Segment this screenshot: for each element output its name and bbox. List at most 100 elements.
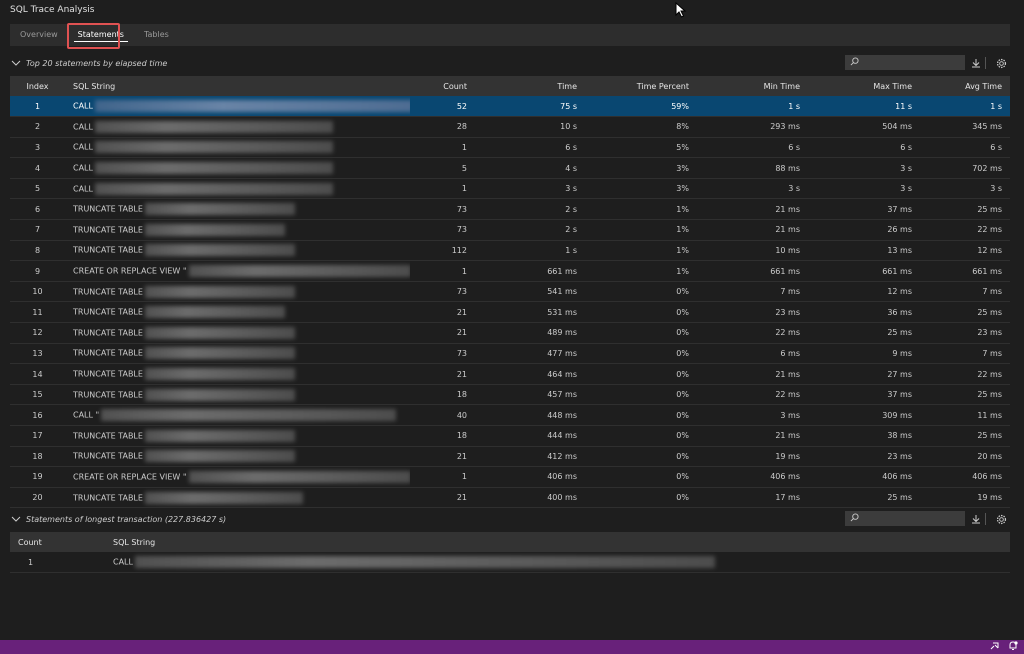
- cell-min-time-text: 6 s: [788, 142, 800, 152]
- table-row[interactable]: 15 TRUNCATE TABLE 18 457 ms 0% 22 ms 37 ms 25 m…: [10, 384, 1010, 406]
- cell-max-time-text: 406 ms: [882, 472, 912, 482]
- cell-index-text: 1: [34, 101, 41, 111]
- longest-transaction-search[interactable]: [845, 511, 965, 526]
- cell-time-percent: 0%: [585, 425, 697, 447]
- table-row[interactable]: 5 CALL 1 3 s 3% 3 s 3 s 3 s: [10, 178, 1010, 200]
- cell-sql-string-text: CREATE OR REPLACE VIEW ": [73, 266, 187, 276]
- cell-max-time: 37 ms: [808, 198, 920, 221]
- redacted-sql-blur: [94, 100, 410, 113]
- cell-sql-string: TRUNCATE TABLE: [65, 343, 410, 365]
- download-icon[interactable]: [969, 512, 983, 526]
- gear-icon[interactable]: [994, 56, 1008, 70]
- table-row[interactable]: 1 CALL: [10, 552, 1010, 574]
- redacted-sql-blur: [144, 223, 285, 236]
- cell-time-percent: 0%: [585, 301, 697, 324]
- cell-min-time: 21 ms: [697, 198, 808, 221]
- column-header-sql-string[interactable]: SQL String: [65, 76, 410, 96]
- table-row[interactable]: 16 CALL " 40 448 ms 0% 3 ms 309 ms 11 ms: [10, 404, 1010, 426]
- cell-sql-string-text: CALL: [113, 557, 133, 567]
- table-row[interactable]: 8 TRUNCATE TABLE 112 1 s 1% 10 ms 13 ms 12 ms: [10, 240, 1010, 262]
- column-header-avg-time[interactable]: Avg Time: [920, 76, 1010, 96]
- cell-sql-string: CALL: [65, 96, 410, 118]
- bell-icon[interactable]: [1008, 641, 1018, 653]
- cell-sql-string: TRUNCATE TABLE: [65, 240, 410, 262]
- table-row[interactable]: 12 TRUNCATE TABLE 21 489 ms 0% 22 ms 25 ms 23 m…: [10, 322, 1010, 344]
- cell-count-text: 1: [461, 142, 467, 152]
- top-statements-search[interactable]: [845, 55, 965, 70]
- cell-time: 661 ms: [475, 260, 585, 282]
- cell-min-time: 22 ms: [697, 322, 808, 344]
- table-row[interactable]: 3 CALL 1 6 s 5% 6 s 6 s 6 s: [10, 137, 1010, 159]
- cell-avg-time-text: 12 ms: [977, 245, 1002, 255]
- cell-min-time-text: 22 ms: [775, 390, 800, 400]
- top-statements-title: Top 20 statements by elapsed time: [26, 58, 168, 68]
- cell-avg-time: 702 ms: [920, 157, 1010, 179]
- cell-sql-string-text: TRUNCATE TABLE: [73, 431, 143, 441]
- table-row[interactable]: 10 TRUNCATE TABLE 73 541 ms 0% 7 ms 12 ms 7 ms: [10, 281, 1010, 303]
- table-row[interactable]: 19 CREATE OR REPLACE VIEW " 1 406 ms 0% 406 m…: [10, 466, 1010, 488]
- cell-index-text: 17: [32, 431, 43, 441]
- cell-avg-time-text: 345 ms: [972, 122, 1002, 132]
- cell-time-percent-text: 0%: [676, 493, 689, 503]
- cell-min-time: 10 ms: [697, 240, 808, 262]
- tab-tables[interactable]: Tables: [134, 24, 179, 46]
- chevron-down-icon[interactable]: [10, 57, 22, 69]
- table-row[interactable]: 17 TRUNCATE TABLE 18 444 ms 0% 21 ms 38 ms 25 m…: [10, 425, 1010, 447]
- cell-time: 457 ms: [475, 384, 585, 406]
- redacted-sql-blur: [134, 556, 715, 569]
- table-row[interactable]: 1 CALL 52 75 s 59% 1 s 11 s 1 s: [10, 96, 1010, 118]
- cell-min-time: 22 ms: [697, 384, 808, 406]
- gear-icon[interactable]: [994, 512, 1008, 526]
- tab-statements[interactable]: Statements: [68, 24, 134, 46]
- table-row[interactable]: 20 TRUNCATE TABLE 21 400 ms 0% 17 ms 25 ms 19 m…: [10, 487, 1010, 509]
- cell-count-text: 52: [456, 101, 467, 111]
- column-header-sql-string[interactable]: SQL String: [105, 532, 1010, 552]
- column-header-time-percent[interactable]: Time Percent: [585, 76, 697, 96]
- cell-avg-time-text: 11 ms: [977, 410, 1002, 420]
- cell-avg-time: 22 ms: [920, 219, 1010, 241]
- cell-count: 28: [410, 116, 475, 138]
- cell-time-percent: 1%: [585, 219, 697, 241]
- table-row[interactable]: 6 TRUNCATE TABLE 73 2 s 1% 21 ms 37 ms 25 ms: [10, 198, 1010, 221]
- redacted-sql-blur: [144, 326, 295, 339]
- column-header-index[interactable]: Index: [10, 76, 65, 96]
- cell-avg-time: 23 ms: [920, 322, 1010, 344]
- table-row[interactable]: 7 TRUNCATE TABLE 73 2 s 1% 21 ms 26 ms 22 ms: [10, 219, 1010, 241]
- column-header-count[interactable]: Count: [10, 532, 105, 552]
- status-bar: [0, 640, 1024, 654]
- cell-time-percent-text: 0%: [676, 431, 689, 441]
- cell-count: 1: [10, 552, 105, 574]
- table-row[interactable]: 18 TRUNCATE TABLE 21 412 ms 0% 19 ms 23 ms 20 m…: [10, 446, 1010, 468]
- cell-min-time-text: 3 ms: [780, 410, 800, 420]
- cell-index-text: 5: [34, 184, 41, 194]
- redacted-sql-blur: [144, 347, 295, 360]
- cell-time: 400 ms: [475, 487, 585, 509]
- cell-max-time: 661 ms: [808, 260, 920, 282]
- chevron-down-icon[interactable]: [10, 513, 22, 525]
- cell-time-percent: 0%: [585, 281, 697, 303]
- cell-time-text: 444 ms: [547, 431, 577, 441]
- cell-count-text: 1: [461, 184, 467, 194]
- tab-overview[interactable]: Overview: [10, 24, 68, 46]
- cell-avg-time-text: 6 s: [990, 142, 1002, 152]
- cell-index: 6: [10, 198, 65, 221]
- column-header-time[interactable]: Time: [475, 76, 585, 96]
- table-row[interactable]: 2 CALL 28 10 s 8% 293 ms 504 ms 345 ms: [10, 116, 1010, 138]
- cell-avg-time: 7 ms: [920, 281, 1010, 303]
- column-header-max-time[interactable]: Max Time: [808, 76, 920, 96]
- cell-count-text: 21: [456, 328, 467, 338]
- table-row[interactable]: 14 TRUNCATE TABLE 21 464 ms 0% 21 ms 27 ms 22 m…: [10, 363, 1010, 385]
- column-header-count[interactable]: Count: [410, 76, 475, 96]
- top-statements-search-input[interactable]: [862, 58, 962, 67]
- table-row[interactable]: 9 CREATE OR REPLACE VIEW " 1 661 ms 1% 661 ms…: [10, 260, 1010, 282]
- cell-count: 73: [410, 198, 475, 221]
- table-row[interactable]: 4 CALL 5 4 s 3% 88 ms 3 s 702 ms: [10, 157, 1010, 179]
- cell-count: 1: [410, 178, 475, 200]
- cell-count: 21: [410, 363, 475, 385]
- column-header-min-time[interactable]: Min Time: [697, 76, 808, 96]
- download-icon[interactable]: [969, 56, 983, 70]
- feedback-icon[interactable]: [990, 641, 1000, 653]
- longest-transaction-search-input[interactable]: [862, 514, 962, 523]
- table-row[interactable]: 13 TRUNCATE TABLE 73 477 ms 0% 6 ms 9 ms 7 ms: [10, 343, 1010, 365]
- table-row[interactable]: 11 TRUNCATE TABLE 21 531 ms 0% 23 ms 36 ms 25 m…: [10, 301, 1010, 324]
